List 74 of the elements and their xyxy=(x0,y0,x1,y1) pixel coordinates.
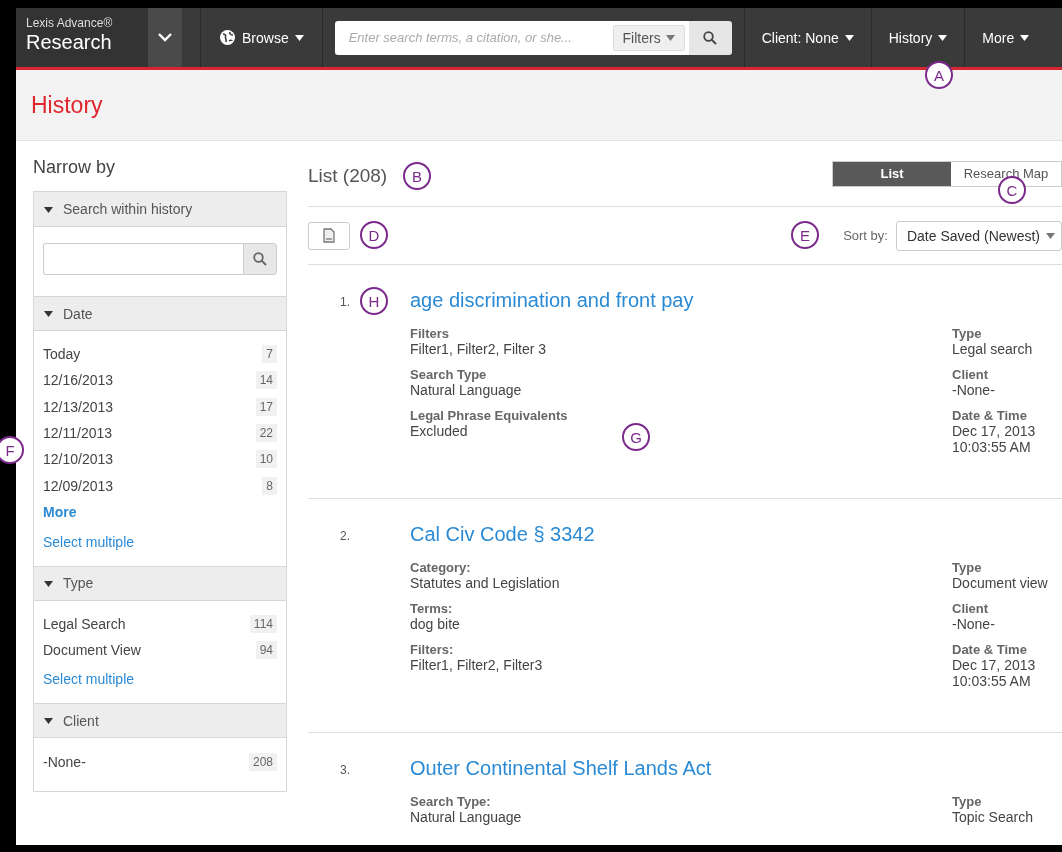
filters-button[interactable]: Filters xyxy=(612,24,685,51)
result-title-link[interactable]: Outer Continental Shelf Lands Act xyxy=(410,757,712,780)
more-menu[interactable]: More xyxy=(964,8,1047,67)
list-title: List (208) xyxy=(308,163,388,187)
facet-label[interactable]: 12/16/2013 xyxy=(43,372,114,389)
field-label: Type xyxy=(952,326,982,341)
facet-label[interactable]: Document View xyxy=(43,642,141,659)
facet-count: 17 xyxy=(255,397,277,416)
facet-label[interactable]: Legal Search xyxy=(43,615,126,632)
facet-count: 94 xyxy=(255,641,277,660)
view-toggle-tab[interactable]: List xyxy=(833,161,951,186)
field-value: Excluded xyxy=(410,423,468,439)
callout-marker: F xyxy=(0,436,24,464)
field-value: Statutes and Legislation xyxy=(410,575,560,591)
facet-label[interactable]: 12/10/2013 xyxy=(43,451,114,468)
facet-count: 7 xyxy=(262,345,277,364)
facet-count: 114 xyxy=(249,614,277,633)
field-label: Client xyxy=(952,367,989,382)
field-value: Filter1, Filter2, Filter3 xyxy=(410,657,543,673)
facet-count: 208 xyxy=(248,752,277,771)
field-value: -None- xyxy=(952,616,995,632)
field-value: -None- xyxy=(952,382,995,398)
section-header[interactable]: Search within history xyxy=(34,192,286,227)
result-number: 1. xyxy=(340,294,350,309)
field-label: Terms: xyxy=(410,601,453,616)
field-value: dog bite xyxy=(410,616,460,632)
brand-logo[interactable]: Lexis Advance® Research xyxy=(16,8,148,67)
field-value: Natural Language xyxy=(410,809,522,825)
sort-dropdown[interactable]: Date Saved (Newest) xyxy=(895,220,1062,251)
field-label: Date & Time xyxy=(952,642,1027,657)
page-title: History xyxy=(31,91,103,119)
field-value: 10:03:55 AM xyxy=(952,439,1031,455)
sidebar-title: Narrow by xyxy=(33,157,117,178)
facet-count: 8 xyxy=(262,476,277,495)
select-multiple-link[interactable]: Select multiple xyxy=(43,533,277,550)
section-header[interactable]: Client xyxy=(34,703,286,739)
more-link[interactable]: More xyxy=(43,503,277,520)
facet-count: 22 xyxy=(255,424,277,443)
field-label: Filters: xyxy=(410,642,454,657)
facet-count: 14 xyxy=(255,371,277,390)
client-menu[interactable]: Client: None xyxy=(743,8,871,67)
facet-label[interactable]: 12/09/2013 xyxy=(43,477,114,494)
facet-label[interactable]: 12/13/2013 xyxy=(43,398,114,415)
field-label: Filters xyxy=(410,326,449,341)
field-label: Date & Time xyxy=(952,408,1027,423)
field-value: Dec 17, 2013 xyxy=(952,657,1036,673)
field-value: Filter1, Filter2, Filter 3 xyxy=(410,341,547,357)
field-value: Topic Search xyxy=(952,809,1033,825)
field-label: Search Type: xyxy=(410,794,491,809)
facet-label[interactable]: Today xyxy=(43,346,81,363)
section-header[interactable]: Date xyxy=(34,296,286,331)
facet-label[interactable]: 12/11/2013 xyxy=(43,425,113,442)
section-header[interactable]: Type xyxy=(34,565,286,601)
field-label: Type xyxy=(952,560,982,575)
result-number: 3. xyxy=(340,762,350,777)
field-value: Natural Language xyxy=(410,382,522,398)
result-title-link[interactable]: Cal Civ Code § 3342 xyxy=(410,523,595,546)
select-multiple-link[interactable]: Select multiple xyxy=(43,671,277,688)
field-label: Search Type xyxy=(410,367,487,382)
result-title-link[interactable]: age discrimination and front pay xyxy=(410,289,694,312)
field-label: Client xyxy=(952,601,989,616)
result-number: 2. xyxy=(340,528,350,543)
sort-label: Sort by: xyxy=(843,228,888,243)
facet-label[interactable]: -None- xyxy=(43,753,86,770)
field-label: Category: xyxy=(410,560,471,575)
facet-count: 10 xyxy=(255,450,277,469)
browse-menu[interactable]: Browse xyxy=(200,8,322,67)
field-label: Type xyxy=(952,794,982,809)
field-value: 10:03:55 AM xyxy=(952,673,1031,689)
field-value: Dec 17, 2013 xyxy=(952,423,1036,439)
field-label: Legal Phrase Equivalents xyxy=(410,408,568,423)
field-value: Document view xyxy=(952,575,1048,591)
field-value: Legal search xyxy=(952,341,1033,357)
search-field[interactable]: Enter search terms, a citation, or she... Filters xyxy=(334,20,689,55)
